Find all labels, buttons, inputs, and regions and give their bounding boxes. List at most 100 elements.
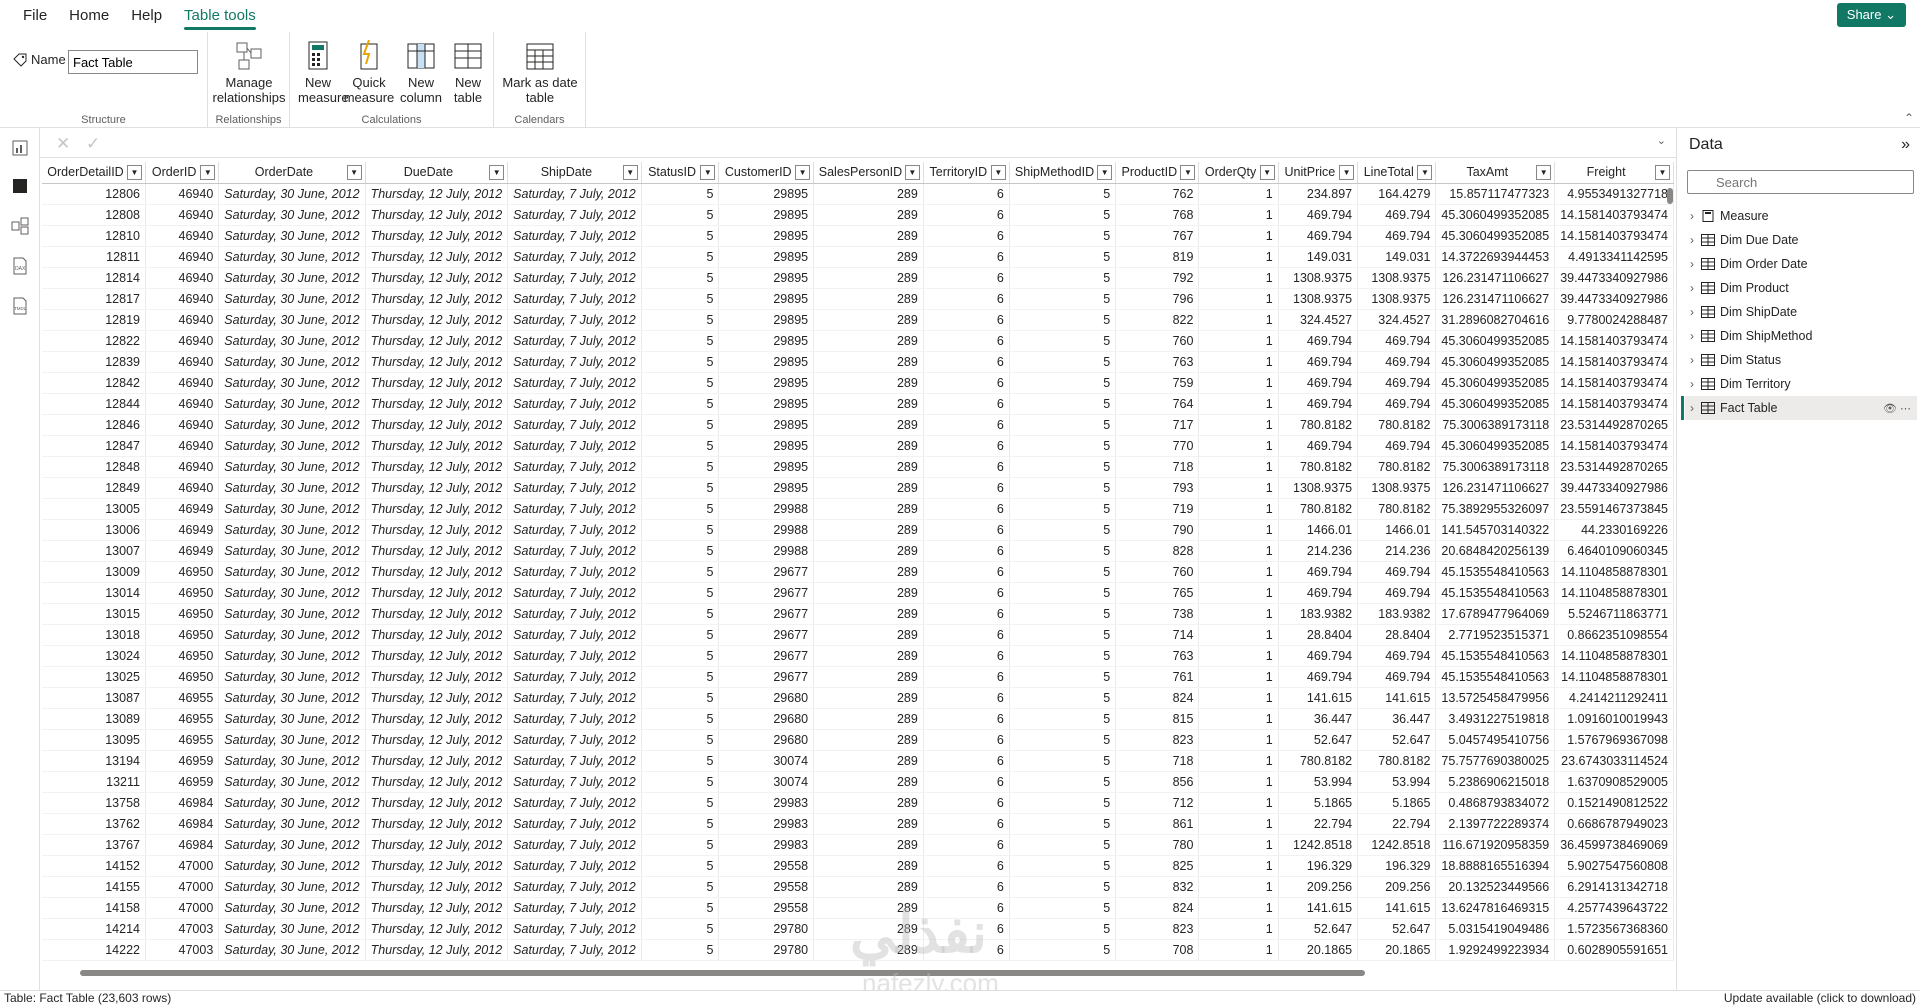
table-cell[interactable]: Saturday, 7 July, 2012 <box>507 897 642 919</box>
table-cell[interactable]: 12808 <box>42 204 146 226</box>
table-cell[interactable]: 29680 <box>718 687 815 709</box>
table-cell[interactable]: 0.8662351098554 <box>1554 624 1674 646</box>
table-cell[interactable]: 719 <box>1115 498 1200 520</box>
table-row[interactable]: 13014 46950 Saturday, 30 June, 2012 Thursda… <box>42 582 1674 604</box>
table-cell[interactable]: 5 <box>1009 225 1117 247</box>
table-cell[interactable]: 790 <box>1115 519 1200 541</box>
filter-dropdown-icon[interactable]: ▼ <box>346 165 362 180</box>
table-cell[interactable]: 29895 <box>718 183 815 205</box>
table-cell[interactable]: Thursday, 12 July, 2012 <box>365 414 509 436</box>
table-cell[interactable]: 1242.8518 <box>1278 834 1359 856</box>
table-cell[interactable]: Saturday, 30 June, 2012 <box>218 309 366 331</box>
table-cell[interactable]: 39.4473340927986 <box>1554 477 1674 499</box>
table-cell[interactable]: Thursday, 12 July, 2012 <box>365 603 509 625</box>
table-cell[interactable]: 469.794 <box>1357 372 1437 394</box>
table-cell[interactable]: 1308.9375 <box>1357 288 1437 310</box>
table-cell[interactable]: 763 <box>1115 645 1200 667</box>
table-cell[interactable]: 5 <box>1009 330 1117 352</box>
table-cell[interactable]: Saturday, 30 June, 2012 <box>218 351 366 373</box>
table-cell[interactable]: Saturday, 30 June, 2012 <box>218 456 366 478</box>
table-cell[interactable]: Thursday, 12 July, 2012 <box>365 687 509 709</box>
table-cell[interactable]: 2.7719523515371 <box>1435 624 1556 646</box>
table-cell[interactable]: Saturday, 7 July, 2012 <box>507 204 642 226</box>
table-cell[interactable]: Saturday, 30 June, 2012 <box>218 855 366 877</box>
manage-relationships-button[interactable]: Manage relationships <box>208 40 290 105</box>
chevron-right-icon[interactable]: › <box>1685 377 1699 391</box>
table-cell[interactable]: Saturday, 7 July, 2012 <box>507 288 642 310</box>
table-cell[interactable]: 5 <box>641 225 720 247</box>
chevron-right-icon[interactable]: › <box>1685 353 1699 367</box>
update-available-link[interactable]: Update available (click to download) <box>1724 991 1916 1006</box>
table-cell[interactable]: 0.4868793834072 <box>1435 792 1556 814</box>
table-cell[interactable]: 149.031 <box>1278 246 1359 268</box>
table-cell[interactable]: 6 <box>923 309 1010 331</box>
filter-dropdown-icon[interactable]: ▼ <box>1655 165 1670 180</box>
table-cell[interactable]: 1 <box>1198 645 1279 667</box>
table-cell[interactable]: 1308.9375 <box>1278 267 1359 289</box>
table-cell[interactable]: 6 <box>923 603 1010 625</box>
table-cell[interactable]: Saturday, 7 July, 2012 <box>507 645 642 667</box>
table-cell[interactable]: 289 <box>813 330 924 352</box>
table-cell[interactable]: 234.897 <box>1278 183 1359 205</box>
table-cell[interactable]: 780.8182 <box>1278 456 1359 478</box>
table-row[interactable]: 14155 47000 Saturday, 30 June, 2012 Thursda… <box>42 876 1674 898</box>
table-cell[interactable]: Saturday, 30 June, 2012 <box>218 918 366 940</box>
menu-help[interactable]: Help <box>120 0 173 32</box>
table-cell[interactable]: 1 <box>1198 855 1279 877</box>
column-header[interactable]: Freight ▼ <box>1554 162 1674 184</box>
table-cell[interactable]: 289 <box>813 225 924 247</box>
table-cell[interactable]: 469.794 <box>1278 645 1359 667</box>
table-cell[interactable]: 12844 <box>42 393 146 415</box>
column-header[interactable]: CustomerID ▼ <box>718 162 815 184</box>
table-row[interactable]: 12810 46940 Saturday, 30 June, 2012 Thursda… <box>42 225 1674 247</box>
table-cell[interactable]: 164.4279 <box>1357 183 1437 205</box>
column-header[interactable]: DueDate ▼ <box>365 162 509 184</box>
table-cell[interactable]: 469.794 <box>1278 225 1359 247</box>
commit-formula-icon[interactable]: ✓ <box>86 134 100 154</box>
table-cell[interactable]: 2.1397722289374 <box>1435 813 1556 835</box>
table-row[interactable]: 12848 46940 Saturday, 30 June, 2012 Thursda… <box>42 456 1674 478</box>
table-cell[interactable]: 289 <box>813 645 924 667</box>
table-cell[interactable]: Saturday, 7 July, 2012 <box>507 393 642 415</box>
table-cell[interactable]: 5 <box>1009 246 1117 268</box>
table-cell[interactable]: 75.7577690380025 <box>1435 750 1556 772</box>
chevron-right-icon[interactable]: › <box>1685 329 1699 343</box>
table-cell[interactable]: 45.3060499352085 <box>1435 330 1556 352</box>
table-cell[interactable]: 289 <box>813 582 924 604</box>
table-cell[interactable]: 5 <box>1009 561 1117 583</box>
table-cell[interactable]: 5 <box>1009 351 1117 373</box>
table-cell[interactable]: 1 <box>1198 876 1279 898</box>
column-header[interactable]: UnitPrice ▼ <box>1278 162 1359 184</box>
table-cell[interactable]: Saturday, 30 June, 2012 <box>218 939 366 961</box>
table-cell[interactable]: 5 <box>1009 792 1117 814</box>
table-cell[interactable]: Saturday, 7 July, 2012 <box>507 477 642 499</box>
filter-dropdown-icon[interactable]: ▼ <box>1339 165 1355 180</box>
table-cell[interactable]: 5 <box>1009 309 1117 331</box>
table-cell[interactable]: 6.4640109060345 <box>1554 540 1674 562</box>
table-cell[interactable]: Saturday, 7 July, 2012 <box>507 687 642 709</box>
table-cell[interactable]: 1308.9375 <box>1278 288 1359 310</box>
table-cell[interactable]: 46940 <box>145 414 220 436</box>
table-cell[interactable]: 1 <box>1198 204 1279 226</box>
chevron-right-icon[interactable]: › <box>1685 305 1699 319</box>
table-cell[interactable]: Thursday, 12 July, 2012 <box>365 813 509 835</box>
table-cell[interactable]: 1242.8518 <box>1357 834 1437 856</box>
table-cell[interactable]: 289 <box>813 603 924 625</box>
table-cell[interactable]: Saturday, 7 July, 2012 <box>507 582 642 604</box>
data-pane-item[interactable]: › Dim ShipDate <box>1685 300 1917 324</box>
table-cell[interactable]: 46959 <box>145 771 220 793</box>
table-cell[interactable]: 289 <box>813 351 924 373</box>
table-cell[interactable]: 5 <box>1009 414 1117 436</box>
table-cell[interactable]: 1 <box>1198 561 1279 583</box>
filter-dropdown-icon[interactable]: ▼ <box>1536 165 1552 180</box>
table-cell[interactable]: 53.994 <box>1357 771 1437 793</box>
table-cell[interactable]: 12848 <box>42 456 146 478</box>
table-cell[interactable]: 29677 <box>718 582 815 604</box>
table-cell[interactable]: 289 <box>813 414 924 436</box>
table-cell[interactable]: 13.6247816469315 <box>1435 897 1556 919</box>
table-cell[interactable]: 1 <box>1198 288 1279 310</box>
table-cell[interactable]: 17.6789477964069 <box>1435 603 1556 625</box>
table-cell[interactable]: 5 <box>1009 918 1117 940</box>
column-header[interactable]: TerritoryID ▼ <box>923 162 1010 184</box>
table-cell[interactable]: Thursday, 12 July, 2012 <box>365 540 509 562</box>
